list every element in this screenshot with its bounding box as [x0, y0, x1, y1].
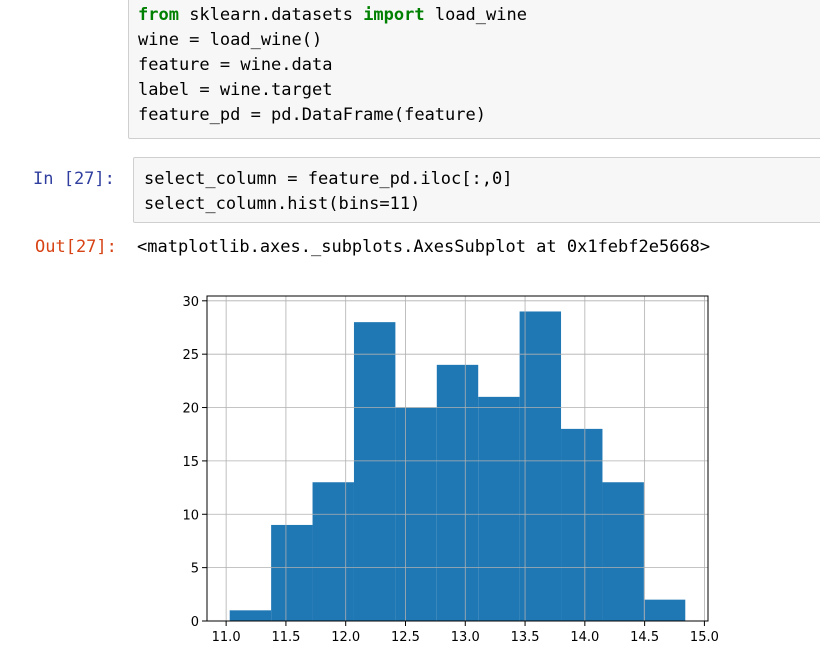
x-tick-label: 14.5 [630, 630, 659, 645]
x-tick-label: 13.0 [451, 630, 480, 645]
y-tick-label: 30 [182, 295, 199, 310]
histogram-bar [436, 364, 479, 621]
histogram-bar [478, 396, 520, 621]
y-tick-label: 5 [191, 562, 199, 577]
histogram-chart: 11.0 11.5 12.0 12.5 13.0 13.5 14.0 14.5 15.0 0 5 10… [182, 295, 719, 645]
histogram-bar [561, 428, 603, 621]
histogram-bar [519, 311, 562, 621]
x-tick-label: 11.0 [212, 630, 241, 645]
x-tick-label: 15.0 [690, 630, 719, 645]
y-tick-label: 0 [191, 615, 199, 630]
x-tick-label: 12.5 [391, 630, 420, 645]
y-tick-label: 10 [182, 508, 199, 523]
histogram-bar [643, 599, 686, 621]
histogram-bar [602, 482, 644, 621]
histogram-bar [353, 322, 396, 621]
x-tick-label: 12.0 [331, 630, 360, 645]
histogram-bar [312, 482, 354, 621]
x-tick-label: 11.5 [271, 630, 300, 645]
histogram-bar [229, 610, 272, 621]
x-tick-label: 13.5 [511, 630, 540, 645]
y-tick-label: 25 [182, 348, 199, 363]
y-tick-label: 20 [182, 402, 199, 417]
histogram-bar [271, 524, 313, 621]
x-tick-label: 14.0 [570, 630, 599, 645]
y-tick-label: 15 [182, 455, 199, 470]
